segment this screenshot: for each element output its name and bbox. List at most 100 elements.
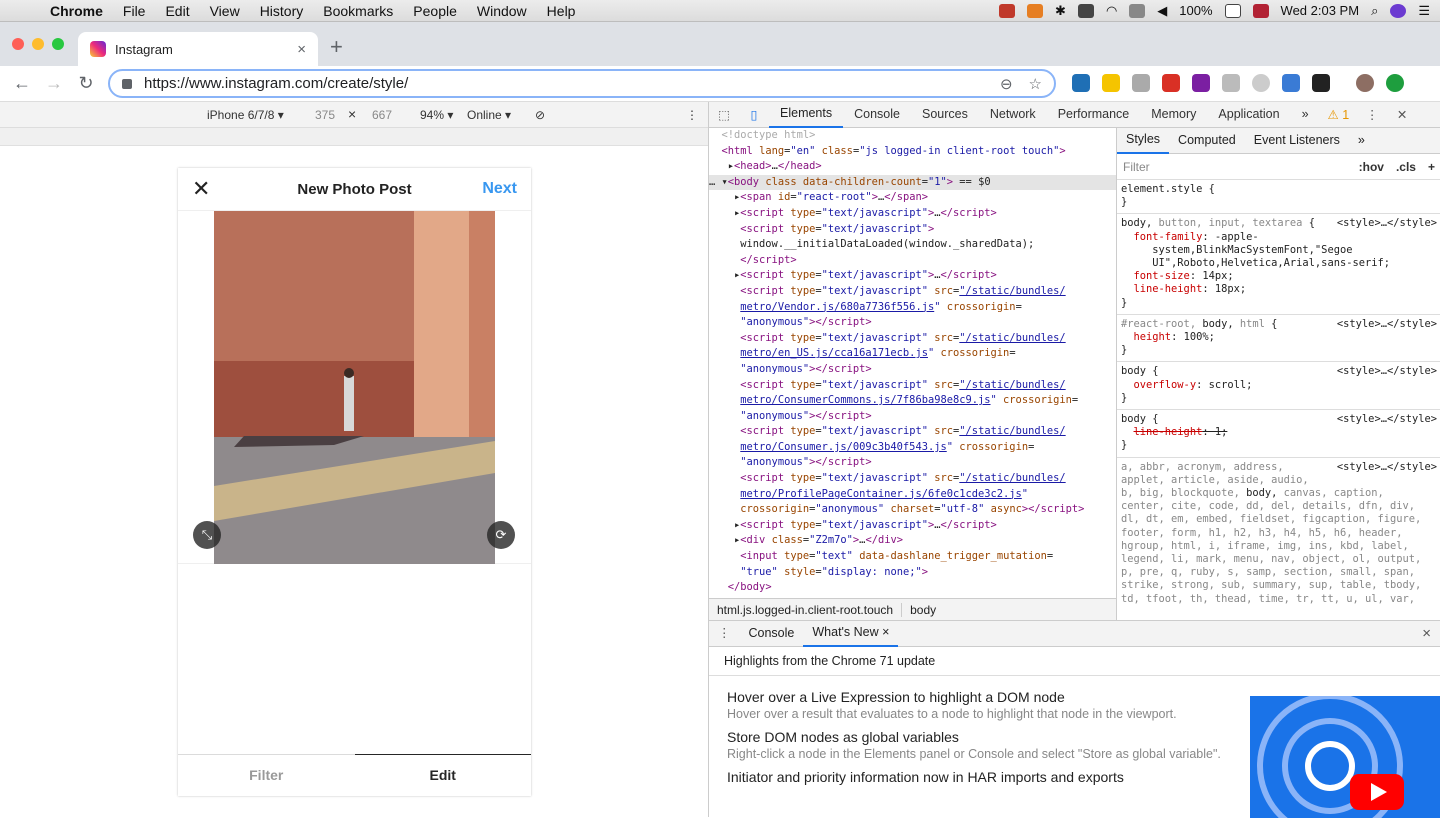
dom-line[interactable]: window.__initialDataLoaded(window._share… [709, 237, 1116, 253]
battery-icon[interactable] [1224, 3, 1241, 18]
device-width-input[interactable]: 375 [315, 108, 335, 122]
address-bar[interactable]: https://www.instagram.com/create/style/ … [108, 69, 1056, 98]
close-post-button[interactable]: ✕ [192, 176, 232, 202]
style-rule[interactable]: element.style {} [1117, 180, 1440, 215]
zoom-window-button[interactable] [52, 38, 64, 50]
dom-line[interactable]: metro/en_US.js/cca16a171ecb.js" crossori… [709, 346, 1116, 362]
expand-icon[interactable]: ⤡ [193, 521, 221, 549]
network-throttle-select[interactable]: Online ▾ [467, 108, 511, 122]
dom-line[interactable]: "anonymous"></script> [709, 455, 1116, 471]
bluetooth-icon[interactable]: ✱ [1055, 3, 1066, 19]
style-rule[interactable]: <style>…</style> body { overflow-y: scro… [1117, 362, 1440, 411]
extension-2-icon[interactable] [1102, 74, 1120, 92]
tab-console[interactable]: Console [843, 102, 911, 127]
forward-button[interactable]: → [38, 73, 70, 94]
dom-line[interactable]: <script type="text/javascript" src="/sta… [709, 424, 1116, 440]
reload-button[interactable]: ↻ [70, 73, 102, 94]
spotlight-search-icon[interactable]: ⌕ [1371, 3, 1378, 19]
dom-line[interactable]: <script type="text/javascript" src="/sta… [709, 471, 1116, 487]
dom-line[interactable]: metro/Vendor.js/680a7736f556.js" crossor… [709, 300, 1116, 316]
status-app-icon[interactable] [999, 3, 1016, 18]
menu-file[interactable]: File [113, 3, 156, 19]
dom-line[interactable]: ▸<head>…</head> [709, 159, 1116, 175]
tab-close-icon[interactable]: × [297, 41, 306, 58]
dom-line-selected[interactable]: … ▾<body class data-children-count="1"> … [709, 174, 1116, 191]
hov-toggle[interactable]: :hov [1353, 160, 1390, 174]
dom-line[interactable]: <html lang="en" class="js logged-in clie… [709, 144, 1116, 160]
next-button[interactable]: Next [477, 180, 517, 198]
menu-app-name[interactable]: Chrome [40, 3, 113, 19]
dom-line[interactable]: </script> [709, 253, 1116, 269]
style-rule[interactable]: <style>…</style> body, button, input, te… [1117, 214, 1440, 315]
dom-line[interactable]: "anonymous"></script> [709, 409, 1116, 425]
drawer-tab-console[interactable]: Console [740, 621, 804, 646]
inspect-element-icon[interactable]: ⬚ [709, 107, 739, 122]
status-app2-icon[interactable] [1027, 3, 1044, 18]
url-text[interactable]: https://www.instagram.com/create/style/ [144, 75, 408, 92]
drawer-menu-icon[interactable]: ⋮ [709, 621, 740, 646]
whats-new-item[interactable]: Hover over a Live Expression to highligh… [727, 689, 1247, 721]
bookmark-star-icon[interactable]: ☆ [1029, 75, 1042, 93]
menu-edit[interactable]: Edit [155, 3, 199, 19]
browser-tab-instagram[interactable]: Instagram × [78, 32, 318, 66]
device-height-input[interactable]: 667 [372, 108, 392, 122]
dom-line[interactable]: ▸<span id="react-root">…</span> [709, 190, 1116, 206]
extension-8-icon[interactable] [1282, 74, 1300, 92]
dom-line[interactable]: "anonymous"></script> [709, 362, 1116, 378]
zoom-select[interactable]: 94% ▾ [420, 108, 453, 122]
dom-line[interactable]: crossorigin="anonymous" charset="utf-8" … [709, 502, 1116, 518]
device-more-icon[interactable]: ⋮ [686, 108, 698, 122]
menu-bookmarks[interactable]: Bookmarks [313, 3, 403, 19]
chrome-71-video-thumbnail[interactable] [1250, 696, 1440, 818]
dom-line[interactable]: ▸<script type="text/javascript">…</scrip… [709, 206, 1116, 222]
rotate-photo-icon[interactable]: ⟳ [487, 521, 515, 549]
cls-toggle[interactable]: .cls [1390, 160, 1422, 174]
battery-text[interactable]: 100% [1179, 3, 1212, 18]
dom-line[interactable]: <script type="text/javascript"> [709, 222, 1116, 238]
dom-line[interactable]: metro/Consumer.js/009c3b40f543.js" cross… [709, 440, 1116, 456]
status-app3-icon[interactable] [1077, 3, 1094, 18]
input-source-flag-icon[interactable] [1252, 3, 1269, 18]
dom-line[interactable]: "anonymous"></script> [709, 315, 1116, 331]
tab-elements[interactable]: Elements [769, 101, 844, 128]
dom-line[interactable]: <script type="text/javascript" src="/sta… [709, 284, 1116, 300]
clock[interactable]: Wed 2:03 PM [1281, 3, 1360, 18]
dom-line[interactable]: <script type="text/javascript" src="/sta… [709, 378, 1116, 394]
lock-icon[interactable] [122, 78, 132, 89]
menu-window[interactable]: Window [467, 3, 537, 19]
tab-edit[interactable]: Edit [354, 754, 531, 796]
update-icon[interactable] [1386, 74, 1404, 92]
device-select[interactable]: iPhone 6/7/8 ▾ [207, 108, 284, 122]
dom-line[interactable]: ▸<script type="text/javascript">…</scrip… [709, 268, 1116, 284]
menu-view[interactable]: View [200, 3, 250, 19]
extension-3-icon[interactable] [1132, 74, 1150, 92]
tab-application[interactable]: Application [1207, 102, 1290, 127]
notification-center-icon[interactable]: ☰ [1418, 3, 1430, 19]
extension-9-icon[interactable] [1312, 74, 1330, 92]
menu-people[interactable]: People [403, 3, 467, 19]
tab-network[interactable]: Network [979, 102, 1047, 127]
new-style-rule-button[interactable]: + [1422, 160, 1440, 174]
menu-help[interactable]: Help [537, 3, 586, 19]
airplay-icon[interactable] [1129, 3, 1146, 18]
dom-line[interactable]: "true" style="display: none;"> [709, 565, 1116, 581]
breadcrumb-body[interactable]: body [901, 602, 944, 617]
new-tab-button[interactable]: + [330, 34, 343, 60]
close-devtools-icon[interactable]: ✕ [1387, 107, 1417, 122]
dom-line[interactable]: ▸<script type="text/javascript">…</scrip… [709, 518, 1116, 534]
dom-line[interactable]: <!doctype html> [709, 128, 1116, 144]
whats-new-item[interactable]: Store DOM nodes as global variables Righ… [727, 729, 1247, 761]
tab-sources[interactable]: Sources [911, 102, 979, 127]
extension-5-icon[interactable] [1192, 74, 1210, 92]
tab-performance[interactable]: Performance [1047, 102, 1141, 127]
tab-event-listeners[interactable]: Event Listeners [1245, 128, 1349, 153]
whats-new-item[interactable]: Initiator and priority information now i… [727, 769, 1247, 785]
style-rule[interactable]: <style>…</style> a, abbr, acronym, addre… [1117, 458, 1440, 610]
media-query-ruler[interactable] [0, 128, 708, 146]
tab-styles[interactable]: Styles [1117, 128, 1170, 154]
profile-avatar[interactable] [1356, 74, 1374, 92]
back-button[interactable]: ← [6, 73, 38, 94]
dom-line[interactable]: <input type="text" data-dashlane_trigger… [709, 549, 1116, 565]
tab-memory[interactable]: Memory [1140, 102, 1207, 127]
extension-4-icon[interactable] [1162, 74, 1180, 92]
